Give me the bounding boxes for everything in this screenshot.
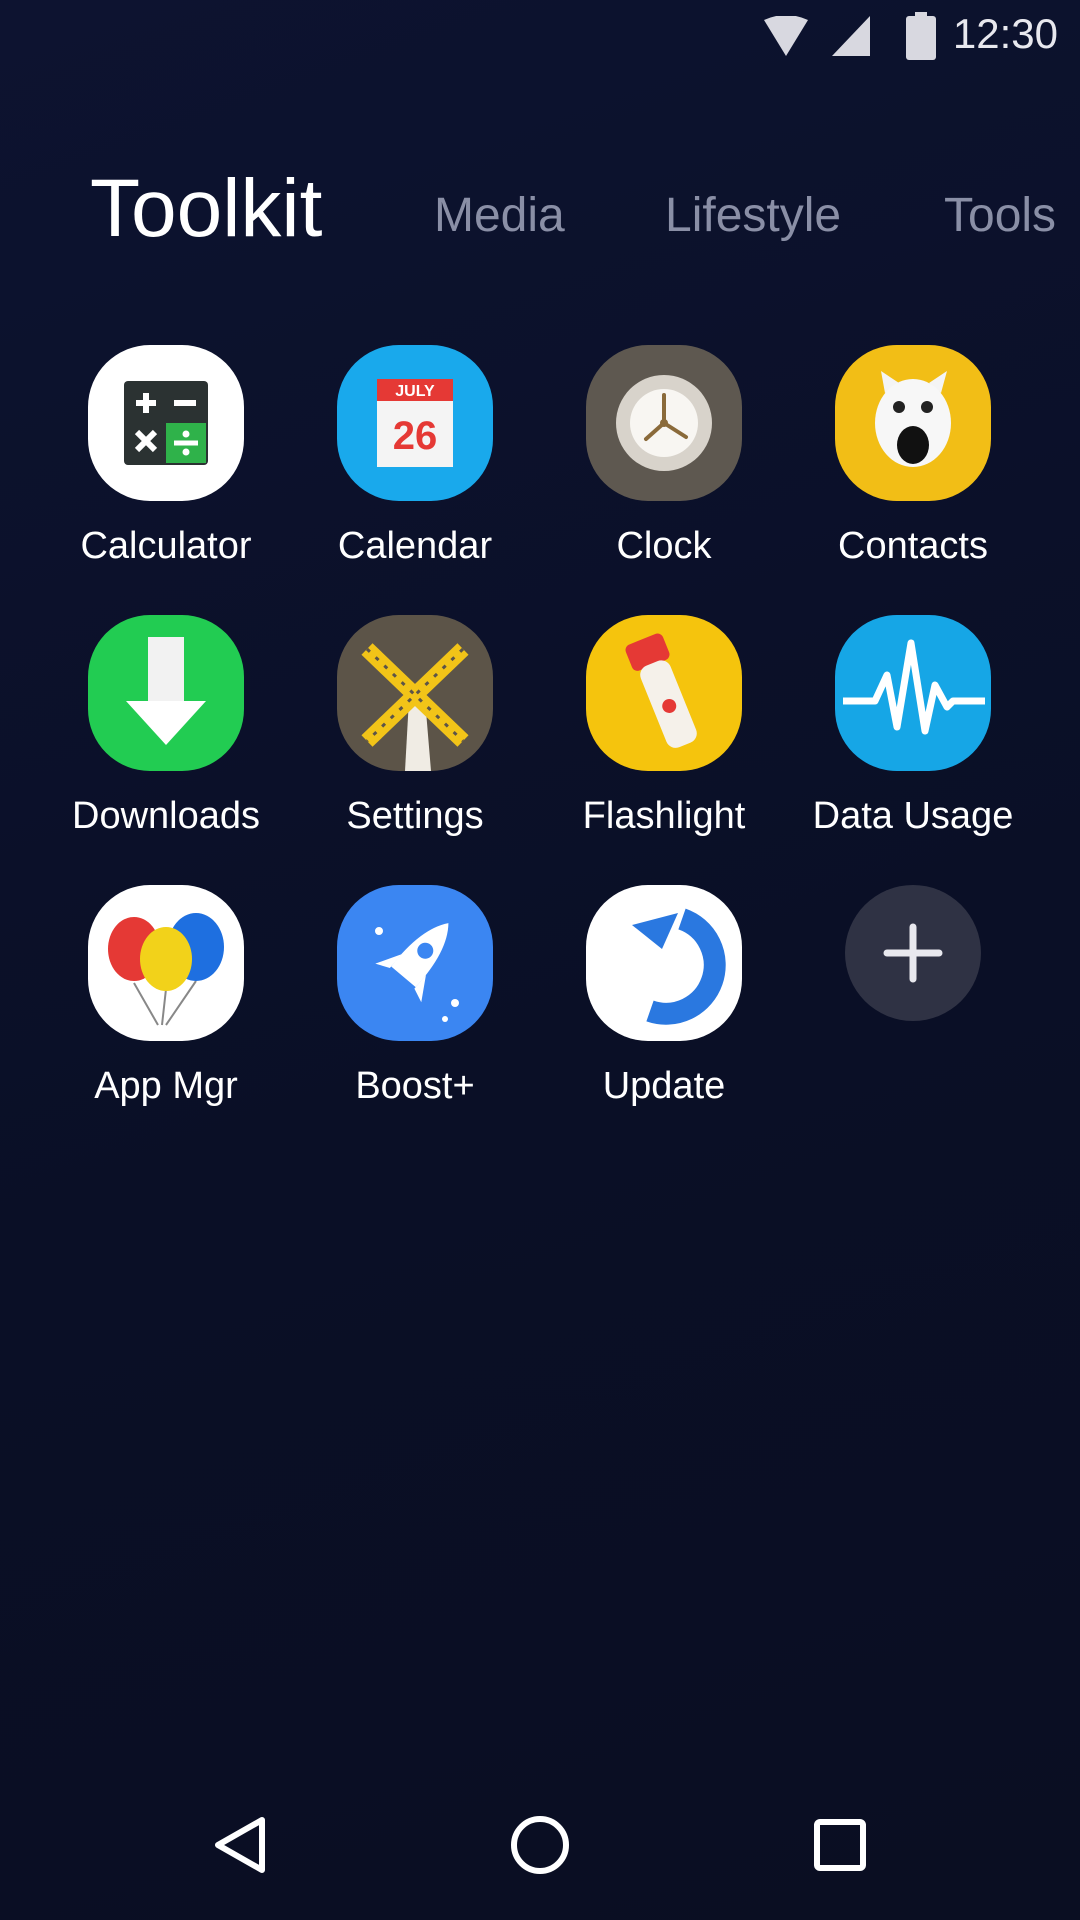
app-boost[interactable]: Boost+	[290, 885, 540, 1125]
app-label: Flashlight	[582, 795, 746, 837]
clock-icon	[586, 345, 742, 501]
app-calculator[interactable]: Calculator	[41, 345, 291, 585]
contacts-icon	[835, 345, 991, 501]
rocket-icon	[337, 885, 493, 1041]
downloads-icon	[88, 615, 244, 771]
calendar-icon: JULY 26	[337, 345, 493, 501]
app-clock[interactable]: Clock	[539, 345, 789, 585]
app-settings[interactable]: Settings	[290, 615, 540, 855]
battery-icon	[906, 12, 936, 65]
app-label: Update	[602, 1065, 726, 1107]
app-label: Calendar	[337, 525, 493, 567]
app-label: Boost+	[355, 1065, 475, 1107]
back-icon	[215, 1817, 265, 1873]
refresh-icon	[586, 885, 742, 1041]
tab-media[interactable]: Media	[434, 188, 565, 243]
cellular-signal-icon	[830, 14, 872, 63]
wifi-icon	[762, 15, 810, 63]
recents-button[interactable]	[785, 1790, 895, 1900]
plus-icon	[883, 923, 943, 983]
calendar-day: 26	[393, 414, 438, 458]
app-update[interactable]: Update	[539, 885, 789, 1125]
balloons-icon	[88, 885, 244, 1041]
calculator-icon	[88, 345, 244, 501]
windmill-icon	[337, 615, 493, 771]
app-label: Clock	[616, 525, 712, 567]
tab-toolkit[interactable]: Toolkit	[90, 162, 322, 256]
back-button[interactable]	[186, 1790, 296, 1900]
add-app-button[interactable]	[845, 885, 981, 1021]
home-button[interactable]	[485, 1790, 595, 1900]
app-calendar[interactable]: JULY 26 Calendar	[290, 345, 540, 585]
home-icon	[511, 1816, 569, 1874]
app-label: App Mgr	[94, 1065, 238, 1107]
app-contacts[interactable]: Contacts	[788, 345, 1038, 585]
tab-lifestyle[interactable]: Lifestyle	[665, 188, 841, 243]
status-time: 12:30	[952, 10, 1058, 57]
navigation-bar	[0, 1790, 1080, 1900]
recents-icon	[814, 1819, 866, 1871]
app-downloads[interactable]: Downloads	[41, 615, 291, 855]
app-flashlight[interactable]: Flashlight	[539, 615, 789, 855]
app-data-usage[interactable]: Data Usage	[788, 615, 1038, 855]
status-bar: 12:30	[0, 0, 1080, 80]
category-tabs: Toolkit Media Lifestyle Tools	[0, 150, 1080, 260]
app-label: Data Usage	[812, 795, 1014, 837]
flashlight-icon	[586, 615, 742, 771]
app-label: Settings	[346, 795, 484, 837]
app-label: Contacts	[838, 525, 988, 567]
app-label: Calculator	[80, 525, 252, 567]
app-label: Downloads	[72, 795, 260, 837]
calendar-month: JULY	[395, 383, 435, 400]
app-app-mgr[interactable]: App Mgr	[41, 885, 291, 1125]
tab-tools[interactable]: Tools	[944, 188, 1056, 243]
pulse-icon	[835, 615, 991, 771]
